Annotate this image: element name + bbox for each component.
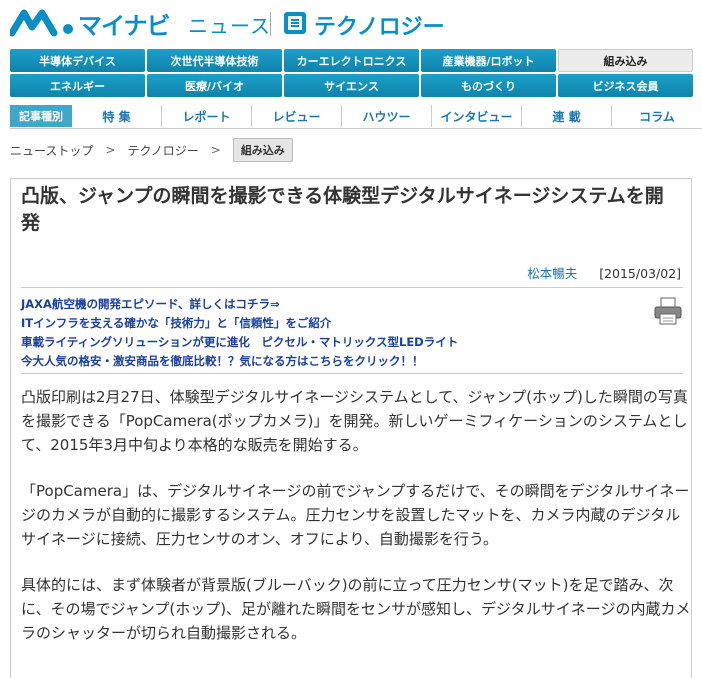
type-item-interview[interactable]: インタビュー	[432, 105, 522, 127]
category-item-next-gen-semiconductor[interactable]: 次世代半導体技術	[147, 49, 282, 72]
breadcrumb-news-top[interactable]: ニューストップ	[10, 142, 93, 159]
byline-divider	[21, 287, 683, 288]
logo-text[interactable]: マイナビ	[78, 6, 171, 41]
category-item-semiconductor[interactable]: 半導体デバイス	[10, 49, 145, 72]
type-item-review[interactable]: レビュー	[252, 105, 342, 127]
category-item-embedded[interactable]: 組み込み	[558, 49, 693, 72]
category-item-business-member[interactable]: ビジネス会員	[558, 74, 693, 97]
article-date: [2015/03/02]	[599, 266, 681, 281]
breadcrumb-technology[interactable]: テクノロジー	[127, 142, 198, 159]
mynavi-logo-icon[interactable]	[10, 7, 76, 37]
category-item-science[interactable]: サイエンス	[284, 74, 419, 97]
category-item-energy[interactable]: エネルギー	[10, 74, 145, 97]
category-row-2: エネルギー 医療/バイオ サイエンス ものづくり ビジネス会員	[10, 74, 702, 97]
promo-link-it-infra[interactable]: ITインフラを支える確かな「技術力」と「信頼性」をご紹介	[21, 314, 621, 333]
category-item-industrial-robot[interactable]: 産業機器/ロボット	[421, 49, 556, 72]
article-byline: 松本暢夫 [2015/03/02]	[527, 263, 681, 282]
promo-link-discount[interactable]: 今大人気の格安・激安商品を徹底比較！？気になる方はこちらをクリック！！	[21, 352, 621, 371]
article-paragraph: 凸版印刷は2月27日、体験型デジタルサイネージシステムとして、ジャンプ(ホップ)…	[21, 388, 688, 454]
type-item-column[interactable]: コラム	[612, 105, 702, 127]
promo-link-led-light[interactable]: 車載ライティングソリューションが更に進化 ピクセル・マトリックス型LEDライト	[21, 333, 621, 352]
type-item-report[interactable]: レポート	[162, 105, 252, 127]
promo-divider	[21, 373, 683, 374]
site-header: マイナビ ニュース テクノロジー	[0, 0, 702, 44]
type-item-series[interactable]: 連 載	[522, 105, 612, 127]
header-divider	[270, 12, 271, 36]
article-paragraph: 具体的には、まず体験者が背景版(ブルーバック)の前に立って圧力センサ(マット)を…	[21, 576, 691, 642]
type-nav-divider	[10, 128, 702, 129]
promo-link-jaxa[interactable]: JAXA航空機の開発エピソード、詳しくはコチラ⇒	[21, 295, 621, 314]
breadcrumb-separator: >	[105, 143, 116, 157]
logo-news-text[interactable]: ニュース	[188, 10, 271, 39]
article-author[interactable]: 松本暢夫	[527, 266, 577, 281]
breadcrumb: ニューストップ > テクノロジー > 組み込み	[10, 138, 293, 162]
category-item-medical-bio[interactable]: 医療/バイオ	[147, 74, 282, 97]
category-row-1: 半導体デバイス 次世代半導体技術 カーエレクトロニクス 産業機器/ロボット 組み…	[10, 49, 702, 72]
type-item-howto[interactable]: ハウツー	[342, 105, 432, 127]
type-item-feature[interactable]: 特 集	[72, 105, 162, 127]
article-body: 凸版印刷は2月27日、体験型デジタルサイネージシステムとして、ジャンプ(ホップ)…	[21, 385, 691, 667]
section-title[interactable]: テクノロジー	[314, 9, 445, 41]
article-paragraph: 「PopCamera」は、デジタルサイネージの前でジャンプするだけで、その瞬間を…	[21, 482, 690, 548]
printer-icon[interactable]	[653, 297, 683, 325]
category-nav: 半導体デバイス 次世代半導体技術 カーエレクトロニクス 産業機器/ロボット 組み…	[10, 49, 702, 99]
promo-links: JAXA航空機の開発エピソード、詳しくはコチラ⇒ ITインフラを支える確かな「技…	[21, 295, 621, 371]
document-icon	[284, 12, 306, 34]
breadcrumb-current[interactable]: 組み込み	[232, 138, 293, 162]
article-container: 凸版、ジャンプの瞬間を撮影できる体験型デジタルサイネージシステムを開発 松本暢夫…	[10, 178, 692, 678]
article-title: 凸版、ジャンプの瞬間を撮影できる体験型デジタルサイネージシステムを開発	[21, 185, 664, 234]
category-item-monozukuri[interactable]: ものづくり	[421, 74, 556, 97]
breadcrumb-separator: >	[210, 143, 221, 157]
category-item-car-electronics[interactable]: カーエレクトロニクス	[284, 49, 419, 72]
type-nav-label: 記事種別	[10, 105, 72, 127]
article-type-nav: 記事種別 特 集 レポート レビュー ハウツー インタビュー 連 載 コラム	[10, 104, 702, 128]
